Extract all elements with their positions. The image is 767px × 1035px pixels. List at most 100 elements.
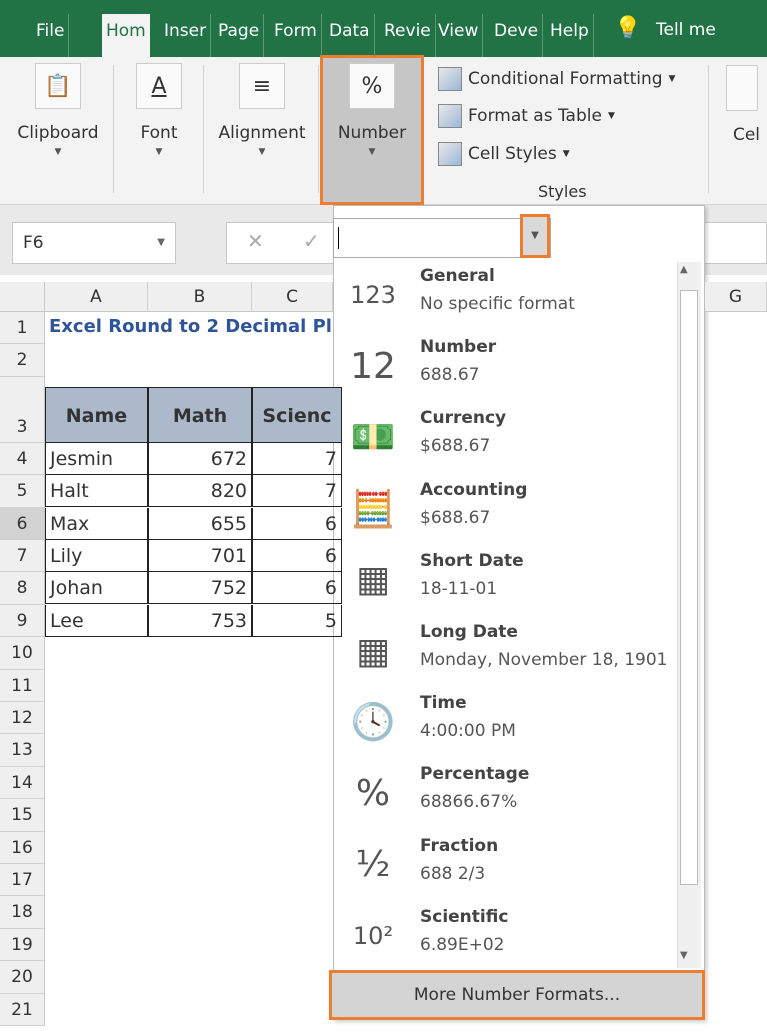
font-group-button[interactable]: A Font ▼ (126, 63, 192, 157)
table-cell[interactable]: 6 (252, 540, 342, 572)
number-group-button[interactable]: % Number ▼ (328, 63, 416, 157)
row-header-2[interactable]: 2 (0, 344, 45, 377)
tell-me-search[interactable]: Tell me (656, 20, 716, 40)
format-option-percentage[interactable]: % Percentage 68866.67% (340, 760, 676, 831)
row-header-14[interactable]: 14 (0, 766, 45, 800)
cancel-icon[interactable]: ✕ (247, 229, 264, 253)
format-option-number[interactable]: 12 Number 688.67 (340, 333, 676, 404)
tab-inser[interactable]: Inser (160, 14, 212, 57)
table-cell[interactable]: 752 (148, 572, 252, 605)
column-header-G[interactable]: G (705, 282, 767, 312)
cell-styles-button[interactable]: Cell Styles ▼ (438, 142, 570, 166)
row-header-13[interactable]: 13 (0, 734, 45, 767)
currency-icon: 💵 (350, 417, 396, 459)
table-cell[interactable]: Lily (45, 540, 148, 572)
table-cell[interactable]: 7 (252, 475, 342, 508)
row-header-15[interactable]: 15 (0, 799, 45, 832)
row-header-10[interactable]: 10 (0, 637, 45, 670)
table-cell[interactable]: 701 (148, 540, 252, 572)
row-header-3[interactable]: 3 (0, 376, 45, 443)
row-header-16[interactable]: 16 (0, 831, 45, 864)
tab-page[interactable]: Page (214, 14, 265, 57)
number-12-icon: 12 (350, 345, 396, 387)
cell-styles-icon (438, 142, 462, 166)
row-header-4[interactable]: 4 (0, 442, 45, 476)
table-cell[interactable]: 6 (252, 507, 342, 540)
table-cell[interactable]: 820 (148, 475, 252, 508)
row-header-20[interactable]: 20 (0, 961, 45, 994)
row-header-17[interactable]: 17 (0, 864, 45, 897)
name-box[interactable]: F6 ▼ (12, 222, 176, 264)
format-option-currency[interactable]: 💵 Currency $688.67 (340, 404, 676, 475)
table-cell[interactable]: Halt (45, 475, 148, 508)
table-cell[interactable]: 672 (148, 442, 252, 475)
format-option-general[interactable]: 123 General No specific format (340, 262, 676, 333)
column-header-A[interactable]: A (45, 282, 148, 312)
table-cell[interactable]: Max (45, 507, 148, 540)
tab-revie[interactable]: Revie (380, 14, 436, 57)
styles-group-label: Styles (538, 182, 587, 201)
tab-data[interactable]: Data (325, 14, 375, 57)
tab-deve[interactable]: Deve (490, 14, 544, 57)
conditional-formatting-button[interactable]: Conditional Formatting ▼ (438, 67, 675, 91)
table-cell[interactable]: 5 (252, 604, 342, 637)
font-color-icon: A (136, 63, 182, 109)
format-option-long-date[interactable]: ▦ Long Date Monday, November 18, 1901 (340, 618, 676, 689)
enter-icon[interactable]: ✓ (303, 229, 320, 253)
table-cell[interactable]: 7 (252, 442, 342, 475)
table-cell[interactable]: 753 (148, 604, 252, 637)
format-option-accounting[interactable]: 🧮 Accounting $688.67 (340, 476, 676, 547)
column-header-B[interactable]: B (148, 282, 252, 312)
sheet-title[interactable]: Excel Round to 2 Decimal Pl (49, 316, 333, 337)
scroll-down-icon[interactable]: ▼ (680, 950, 688, 961)
scientific-icon: 10² (352, 921, 394, 950)
tab-hom[interactable]: Hom (102, 14, 150, 57)
fraction-icon: ½ (355, 844, 391, 886)
percent-icon: % (349, 63, 395, 109)
row-header-11[interactable]: 11 (0, 669, 45, 702)
scroll-up-icon[interactable]: ▲ (680, 264, 688, 275)
row-header-7[interactable]: 7 (0, 540, 45, 573)
scrollbar-thumb[interactable] (680, 290, 698, 885)
tab-help[interactable]: Help (546, 14, 594, 57)
tab-view[interactable]: View (434, 14, 484, 57)
more-number-formats-button[interactable]: More Number Formats... (329, 970, 705, 1020)
tab-file[interactable]: File (32, 14, 70, 57)
format-option-time[interactable]: 🕓 Time 4:00:00 PM (340, 689, 676, 760)
format-option-short-date[interactable]: ▦ Short Date 18-11-01 (340, 547, 676, 618)
format-as-table-button[interactable]: Format as Table ▼ (438, 104, 615, 128)
row-header-9[interactable]: 9 (0, 604, 45, 638)
table-header-cell[interactable]: Math (148, 386, 252, 443)
row-header-1[interactable]: 1 (0, 312, 45, 345)
clipboard-group-button[interactable]: 📋 Clipboard ▼ (8, 63, 108, 157)
row-header-5[interactable]: 5 (0, 475, 45, 508)
clock-icon: 🕓 (350, 702, 396, 744)
table-cell[interactable]: 6 (252, 572, 342, 605)
table-cell[interactable]: Jesmin (45, 442, 148, 475)
calendar-icon: ▦ (355, 559, 390, 601)
row-header-12[interactable]: 12 (0, 702, 45, 735)
table-cell[interactable]: 655 (148, 507, 252, 540)
percent-icon: % (355, 772, 391, 814)
select-all-corner[interactable] (0, 282, 45, 312)
tab-form[interactable]: Form (270, 14, 322, 57)
row-header-6[interactable]: 6 (0, 507, 45, 540)
general-clock-123-icon: 123 (350, 281, 396, 309)
column-header-C[interactable]: C (252, 282, 333, 312)
row-header-8[interactable]: 8 (0, 572, 45, 605)
table-cell[interactable]: Johan (45, 572, 148, 605)
table-header-cell[interactable]: Name (45, 386, 148, 443)
format-as-table-icon (438, 104, 462, 128)
row-header-18[interactable]: 18 (0, 896, 45, 929)
format-option-fraction[interactable]: ½ Fraction 688 2/3 (340, 832, 676, 903)
cells-group[interactable]: Cel (726, 65, 767, 145)
calendar-icon: ▦ (355, 630, 390, 672)
row-header-21[interactable]: 21 (0, 993, 45, 1026)
alignment-group-button[interactable]: ≡ Alignment ▼ (210, 63, 314, 157)
format-option-scientific[interactable]: 10² Scientific 6.89E+02 (340, 903, 676, 974)
row-header-19[interactable]: 19 (0, 928, 45, 962)
table-cell[interactable]: Lee (45, 604, 148, 637)
table-header-cell[interactable]: Scienc (252, 386, 342, 443)
number-format-dropdown-button[interactable]: ▼ (520, 214, 550, 258)
number-format-input[interactable] (333, 218, 551, 258)
